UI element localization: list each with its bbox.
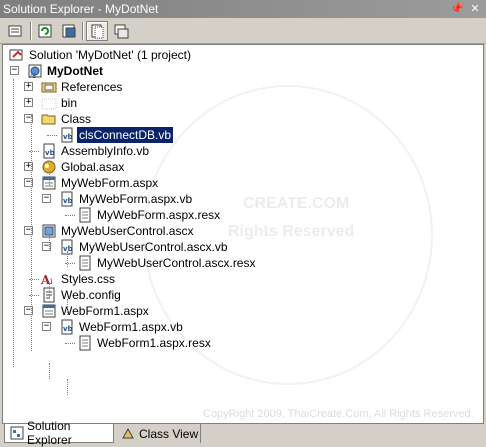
tree-guide-line (67, 251, 68, 267)
svg-text:vb: vb (45, 149, 55, 157)
tree-guide-line (13, 79, 14, 367)
toolbar (0, 18, 486, 44)
tree-item-label[interactable]: bin (59, 95, 79, 111)
web-project-icon: VB (27, 63, 43, 80)
tree-item-label[interactable]: MyWebUserControl.ascx.vb (77, 239, 230, 255)
resx-file-icon (77, 255, 93, 271)
tree-item-label[interactable]: WebForm1.aspx (59, 303, 151, 319)
window-title: Solution Explorer - MyDotNet (3, 2, 159, 16)
webform-icon (41, 303, 57, 319)
refresh-icon (38, 24, 52, 38)
resx-file-icon (77, 207, 93, 223)
tree-item-label[interactable]: Web.config (59, 287, 123, 303)
tree-guide-line (67, 299, 68, 315)
vb-file-icon: vb (59, 127, 75, 143)
tree-item-label[interactable]: WebForm1.aspx.resx (95, 335, 213, 351)
tree-guide-line (49, 283, 50, 299)
tree-guide-line (67, 379, 68, 395)
tree-item-label[interactable]: MyWebUserControl.ascx.resx (95, 255, 257, 271)
copyright-watermark: CopyRight 2009, ThaiCreate.Com, All Righ… (203, 408, 474, 420)
collapse-toggle[interactable]: − (10, 66, 19, 75)
watermark-text: CREATE.COM (243, 195, 350, 212)
resx-file-icon (77, 335, 93, 351)
tree-connector (47, 135, 57, 136)
svg-text:VB: VB (28, 73, 36, 79)
watermark-text: Rights Reserved (228, 223, 355, 240)
title-bar: Solution Explorer - MyDotNet 📌 ✕ (0, 0, 486, 18)
open-folder-icon (41, 111, 57, 127)
tab-label: Solution Explorer (27, 419, 72, 447)
svg-text:vb: vb (63, 197, 73, 205)
tree-connector (65, 215, 75, 216)
tab-bar: Solution Explorer Class View (0, 419, 486, 447)
folder-icon (41, 95, 57, 111)
close-icon[interactable]: ✕ (468, 2, 482, 16)
tree-item-label[interactable]: MyWebForm.aspx.resx (95, 207, 222, 223)
references-icon (41, 79, 57, 95)
vb-file-icon: vb (59, 319, 75, 335)
show-all-files-icon (91, 24, 104, 39)
class-view-icon (122, 427, 134, 438)
tree-item-label[interactable]: Class (59, 111, 93, 127)
tree-item-label[interactable]: Styles.css (59, 271, 117, 287)
nest-related-files-icon (114, 24, 129, 39)
toolbar-separator (30, 22, 32, 40)
vb-file-icon: vb (59, 191, 75, 207)
collapse-toggle[interactable]: − (42, 194, 51, 203)
tree-item-label[interactable]: Global.asax (59, 159, 126, 175)
svg-text:i: i (50, 277, 53, 286)
tree-connector (65, 343, 75, 344)
tree-item-label[interactable]: MyWebForm.aspx (59, 175, 160, 191)
solution-icon (9, 47, 25, 63)
solution-explorer-window: Solution Explorer - MyDotNet 📌 ✕ CREATE.… (0, 0, 486, 447)
tree-item-label[interactable]: MyWebForm.aspx.vb (77, 191, 194, 207)
tree-guide-line (49, 235, 50, 251)
solution-explorer-icon (10, 426, 24, 440)
tab-solution-explorer[interactable]: Solution Explorer (4, 419, 114, 447)
tree-item-label[interactable]: clsConnectDB.vb (75, 126, 175, 144)
show-all-files-button[interactable] (86, 21, 108, 41)
expand-toggle[interactable]: + (24, 98, 33, 107)
properties-button[interactable] (4, 21, 26, 41)
tree-item-label[interactable]: Solution 'MyDotNet' (1 project) (27, 47, 193, 63)
refresh-button[interactable] (34, 21, 56, 41)
tree-item-label[interactable]: MyDotNet (45, 63, 105, 79)
tree-guide-line (31, 115, 32, 351)
toolbar-separator (82, 22, 84, 40)
copy-project-icon (62, 24, 76, 38)
svg-text:vb: vb (63, 325, 73, 333)
tree-item-label[interactable]: WebForm1.aspx.vb (77, 319, 185, 335)
tree-item-label[interactable]: MyWebUserControl.ascx (59, 223, 195, 239)
copy-project-button[interactable] (58, 21, 80, 41)
vb-file-icon: vb (41, 143, 57, 159)
tree-guide-line (49, 363, 50, 379)
tree-item-label[interactable]: References (59, 79, 124, 95)
nest-related-files-button[interactable] (110, 21, 132, 41)
tree-item-label[interactable]: AssemblyInfo.vb (59, 143, 151, 159)
pin-icon[interactable]: 📌 (450, 2, 464, 16)
tab-class-view[interactable]: Class View (116, 424, 201, 443)
collapse-toggle[interactable]: − (42, 322, 51, 331)
tree-guide-line (49, 171, 50, 185)
tab-label: Class View (139, 426, 199, 441)
solution-tree[interactable]: CREATE.COM Rights Reserved CopyRight 200… (2, 44, 484, 424)
svg-text:vb: vb (63, 133, 73, 141)
expand-toggle[interactable]: + (24, 82, 33, 91)
properties-icon (8, 25, 22, 37)
